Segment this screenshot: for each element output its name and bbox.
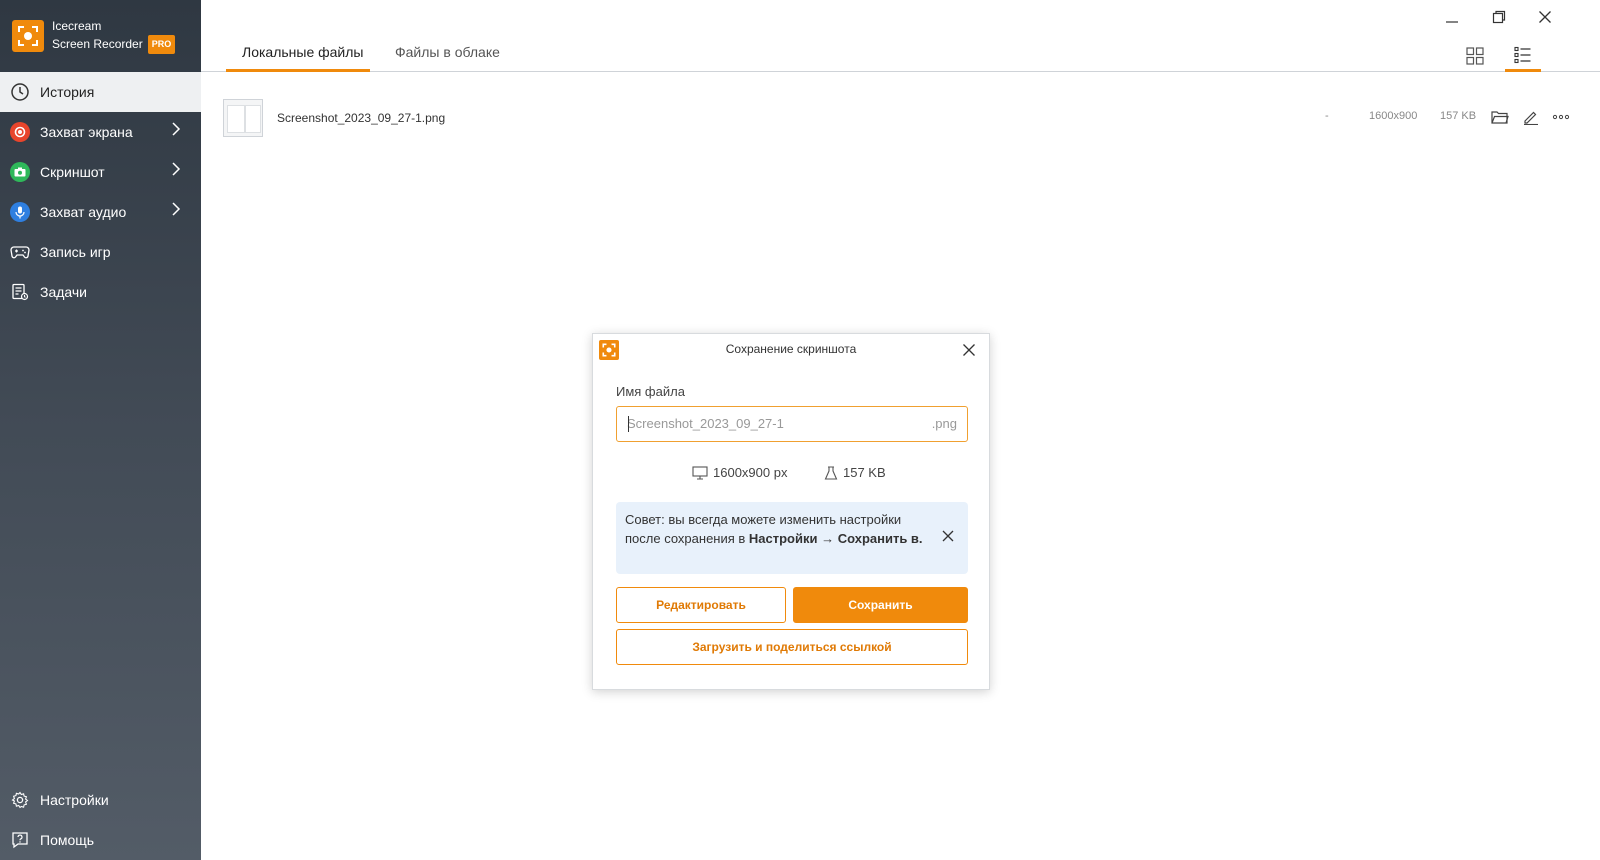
gear-icon (9, 789, 31, 811)
close-icon[interactable] (959, 340, 979, 360)
minimize-icon[interactable] (1441, 6, 1463, 28)
filename-extension: .png (931, 416, 957, 431)
tip-box: Совет: вы всегда можете изменить настрой… (616, 502, 968, 574)
sidebar-item-label: Захват аудио (40, 204, 127, 220)
close-icon[interactable] (1534, 6, 1556, 28)
sidebar-item-settings[interactable]: Настройки (0, 780, 201, 820)
weight-icon (824, 465, 838, 480)
resolution-text: 1600x900 px (713, 465, 788, 480)
sidebar-item-game-recording[interactable]: Запись игр (0, 232, 201, 272)
app-name-line1: Icecream (52, 18, 102, 33)
dialog-title: Сохранение скриншота (725, 342, 857, 356)
gamepad-icon (9, 241, 31, 263)
sidebar-item-label: Помощь (40, 832, 95, 848)
sidebar-item-screen-capture[interactable]: Захват экрана (0, 112, 201, 152)
sidebar-item-label: Задачи (40, 284, 88, 300)
text-caret (628, 416, 629, 432)
app-name-line2: Screen Recorder (52, 36, 143, 51)
filename-label: Имя файла (616, 384, 685, 399)
filename-field[interactable]: .png (616, 406, 968, 442)
save-screenshot-dialog: Сохранение скриншота Имя файла .png 1600… (592, 333, 990, 690)
sidebar-item-label: Скриншот (40, 164, 105, 180)
tip-settings-path: Настройки → Сохранить в. (748, 531, 923, 546)
pro-badge: PRO (147, 34, 176, 54)
size-info: 157 KB (824, 465, 886, 480)
tab-cloud-files[interactable]: Файлы в облаке (395, 44, 500, 72)
sidebar: Icecream Screen Recorder PRO История Захв… (0, 0, 201, 860)
edit-icon[interactable] (1520, 106, 1542, 128)
file-duration: - (1325, 110, 1329, 122)
file-row[interactable]: Screenshot_2023_09_27-1.png - 1600x900 1… (223, 98, 1582, 138)
sidebar-item-label: Настройки (40, 792, 109, 808)
chevron-right-icon (171, 122, 181, 139)
sidebar-item-tasks[interactable]: Задачи (0, 272, 201, 312)
save-button[interactable]: Сохранить (793, 587, 968, 623)
chevron-right-icon (171, 162, 181, 179)
sidebar-item-label: Запись игр (40, 244, 111, 260)
sidebar-item-help[interactable]: Помощь (0, 820, 201, 860)
filename-input[interactable] (627, 407, 917, 440)
sidebar-item-audio-capture[interactable]: Захват аудио (0, 192, 201, 232)
sidebar-item-screenshot[interactable]: Скриншот (0, 152, 201, 192)
clock-icon (9, 81, 31, 103)
upload-share-button[interactable]: Загрузить и поделиться ссылкой (616, 629, 968, 665)
sidebar-item-history[interactable]: История (0, 72, 201, 112)
more-options-icon[interactable] (1550, 106, 1572, 128)
close-icon[interactable] (940, 528, 956, 544)
grid-view-icon[interactable] (1457, 40, 1493, 72)
brand: Icecream Screen Recorder PRO (0, 0, 201, 71)
size-text: 157 KB (843, 465, 886, 480)
record-icon (9, 121, 31, 143)
microphone-icon (9, 201, 31, 223)
camera-icon (9, 161, 31, 183)
file-name: Screenshot_2023_09_27-1.png (277, 111, 446, 125)
monitor-icon (692, 465, 708, 480)
file-thumbnail[interactable] (223, 99, 263, 137)
tasks-icon (9, 281, 31, 303)
resolution-info: 1600x900 px (692, 465, 787, 480)
edit-button[interactable]: Редактировать (616, 587, 786, 623)
sidebar-item-label: История (40, 84, 95, 100)
chevron-right-icon (171, 202, 181, 219)
brand-text: Icecream Screen Recorder PRO (52, 18, 176, 54)
folder-icon[interactable] (1489, 106, 1511, 128)
file-resolution: 1600x900 (1369, 110, 1418, 122)
tab-local-files[interactable]: Локальные файлы (226, 44, 370, 72)
list-view-icon[interactable] (1505, 40, 1541, 72)
restore-icon[interactable] (1488, 6, 1510, 28)
help-icon (9, 829, 31, 851)
sidebar-item-label: Захват экрана (40, 124, 133, 140)
app-logo-icon (12, 19, 44, 52)
file-size: 157 KB (1440, 110, 1477, 122)
top-bar: Локальные файлы Файлы в облаке (201, 0, 1600, 72)
